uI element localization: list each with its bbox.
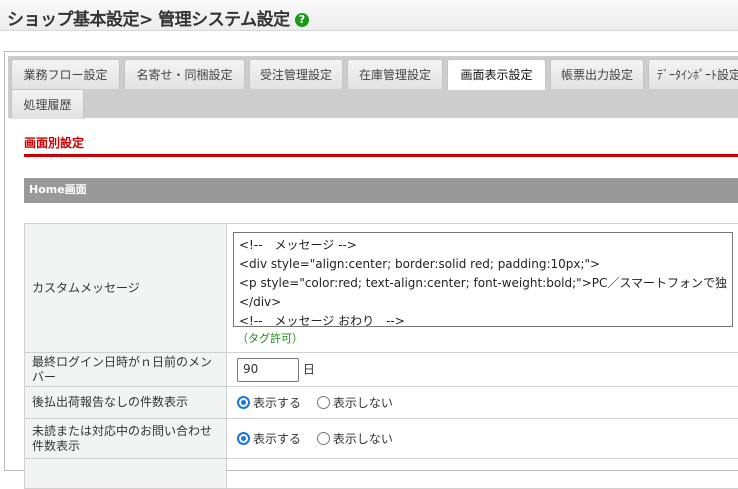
settings-table: カスタムメッセージ <!-- メッセージ --> <div style="ali… [24, 223, 738, 489]
tab-forms[interactable]: 帳票出力設定 [550, 59, 644, 89]
row-label [25, 459, 227, 489]
textarea-line: <p style="color:red; text-align:center; … [239, 274, 727, 293]
row-label: 後払出荷報告なしの件数表示 [25, 387, 227, 419]
radio-checked-icon [237, 396, 250, 409]
radio-label: 表示する [253, 430, 301, 447]
table-row: 最終ログイン日時がｎ日前のメンバー 90 日 [25, 353, 738, 387]
radio-checked-icon [237, 432, 250, 445]
group-header: Home画面 [24, 178, 738, 203]
table-row: 後払出荷報告なしの件数表示 表示する 表示しない [25, 387, 738, 419]
textarea-line: </div> [239, 293, 727, 312]
row-value [227, 459, 738, 489]
tab-workflow[interactable]: 業務フロー設定 [11, 59, 120, 89]
radio-label: 表示しない [333, 430, 393, 447]
radio-hide[interactable]: 表示しない [317, 430, 393, 447]
page-title: ショップ基本設定> 管理システム設定? [7, 5, 309, 30]
radio-show[interactable]: 表示する [237, 430, 301, 447]
tab-merge[interactable]: 名寄せ・同梱設定 [124, 59, 245, 89]
textarea-line: <!-- メッセージ --> [239, 236, 727, 255]
radio-label: 表示する [253, 394, 301, 411]
radio-unchecked-icon [317, 432, 330, 445]
page-header: ショップ基本設定> 管理システム設定? [0, 0, 738, 31]
tab-orders[interactable]: 受注管理設定 [249, 59, 343, 89]
radio-show[interactable]: 表示する [237, 394, 301, 411]
radio-hide[interactable]: 表示しない [317, 394, 393, 411]
section-title: 画面別設定 [24, 134, 84, 151]
tab-inventory[interactable]: 在庫管理設定 [347, 59, 443, 89]
help-icon[interactable]: ? [295, 13, 309, 27]
radio-unchecked-icon [317, 396, 330, 409]
tab-history[interactable]: 処理履歴 [11, 89, 84, 119]
tab-data-import[interactable]: ﾃﾞｰﾀｲﾝﾎﾟｰﾄ設定 [648, 59, 738, 89]
tab-bar: 業務フロー設定 名寄せ・同梱設定 受注管理設定 在庫管理設定 画面表示設定 帳票… [8, 56, 738, 118]
row-label: カスタムメッセージ [25, 224, 227, 353]
days-unit: 日 [303, 362, 315, 376]
row-label: 未読または対応中のお問い合わせ件数表示 [25, 419, 227, 459]
table-row: カスタムメッセージ <!-- メッセージ --> <div style="ali… [25, 224, 738, 353]
tag-allowed-note: （タグ許可） [237, 330, 733, 346]
row-label: 最終ログイン日時がｎ日前のメンバー [25, 353, 227, 387]
tab-display[interactable]: 画面表示設定 [447, 59, 546, 90]
section-divider [24, 154, 738, 157]
table-row [25, 459, 738, 489]
radio-label: 表示しない [333, 394, 393, 411]
custom-message-textarea[interactable]: <!-- メッセージ --> <div style="align:center;… [233, 232, 733, 327]
days-input[interactable]: 90 [237, 358, 299, 382]
textarea-line: <!-- メッセージ おわり --> [239, 312, 727, 327]
table-row: 未読または対応中のお問い合わせ件数表示 表示する 表示しない [25, 419, 738, 459]
textarea-line: <div style="align:center; border:solid r… [239, 255, 727, 274]
settings-panel: 業務フロー設定 名寄せ・同梱設定 受注管理設定 在庫管理設定 画面表示設定 帳票… [4, 51, 738, 471]
